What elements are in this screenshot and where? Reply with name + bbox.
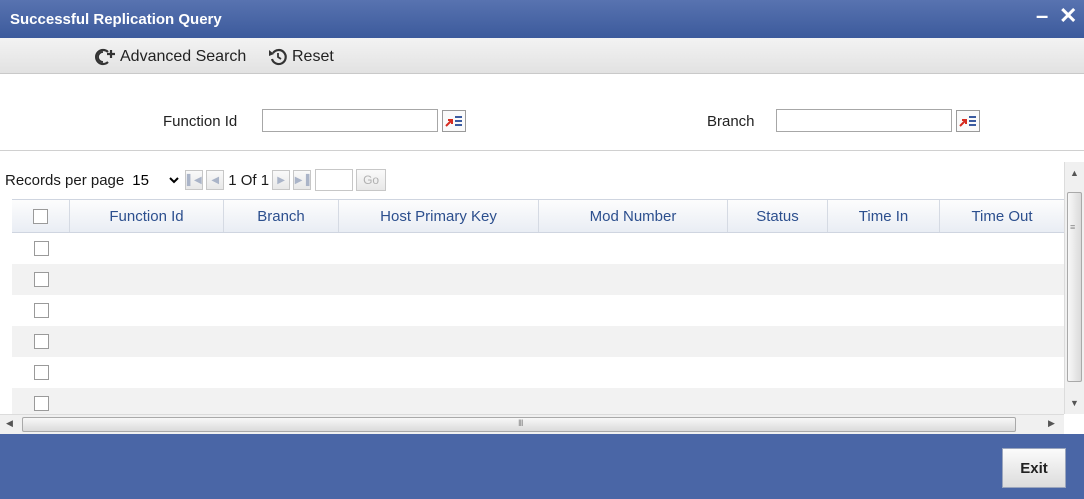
search-criteria-panel: Function Id Branch [0, 74, 1084, 160]
next-page-icon[interactable]: ▶ [272, 170, 291, 190]
function-id-label: Function Id [163, 113, 238, 130]
advanced-search-icon [94, 47, 116, 67]
function-id-input[interactable] [262, 109, 438, 132]
row-checkbox[interactable] [33, 396, 49, 411]
column-header[interactable]: Time In [828, 200, 940, 232]
go-button[interactable]: Go [356, 169, 387, 191]
reset-label: Reset [292, 48, 334, 65]
scroll-grip-icon: III [518, 418, 523, 428]
previous-page-icon[interactable]: ◀ [206, 170, 225, 190]
row-select-cell [12, 264, 70, 295]
records-per-page-select[interactable]: 15 [128, 169, 183, 191]
row-select-cell [12, 233, 70, 264]
toolbar: Advanced Search Reset [0, 38, 1084, 74]
grid-body [12, 233, 1064, 414]
column-header[interactable]: Branch [224, 200, 339, 232]
row-select-cell [12, 326, 70, 357]
row-checkbox[interactable] [33, 303, 49, 318]
grid-header: Function Id Branch Host Primary Key Mod … [12, 200, 1064, 233]
row-select-cell [12, 295, 70, 326]
advanced-search-button[interactable]: Advanced Search [94, 46, 246, 68]
branch-lov-icon[interactable] [956, 110, 980, 132]
scroll-down-icon[interactable]: ▼ [1070, 398, 1079, 408]
goto-page-input[interactable] [315, 169, 354, 191]
scroll-up-icon[interactable]: ▲ [1070, 168, 1079, 178]
page-indicator: 1 Of 1 [228, 171, 270, 189]
function-id-lov-icon[interactable] [442, 110, 466, 132]
column-header[interactable]: Function Id [70, 200, 224, 232]
table-row[interactable] [12, 388, 1064, 414]
horizontal-scrollbar[interactable]: ◀ III ▶ [0, 414, 1064, 434]
records-per-page-label: Records per page [5, 171, 125, 189]
first-page-icon[interactable]: ▌◀ [185, 170, 204, 190]
row-checkbox[interactable] [33, 272, 49, 287]
column-header[interactable]: Host Primary Key [339, 200, 539, 232]
reset-button[interactable]: Reset [268, 46, 334, 68]
select-all-cell [12, 200, 70, 232]
divider [0, 150, 1084, 151]
footer-bar: Exit [0, 434, 1084, 499]
scroll-left-icon[interactable]: ◀ [6, 418, 13, 429]
pagination-bar: Records per page 15 ▌◀ ◀ 1 Of 1 ▶ ▶▐ Go [0, 162, 1064, 198]
scroll-right-icon[interactable]: ▶ [1048, 418, 1055, 429]
column-header[interactable]: Time Out [940, 200, 1064, 232]
exit-button[interactable]: Exit [1002, 448, 1066, 488]
select-all-checkbox[interactable] [33, 208, 48, 224]
results-grid: Function Id Branch Host Primary Key Mod … [12, 199, 1064, 414]
title-bar: Successful Replication Query – ✕ [0, 0, 1084, 38]
row-checkbox[interactable] [33, 334, 49, 349]
branch-input[interactable] [776, 109, 952, 132]
reset-icon [268, 47, 288, 67]
table-row[interactable] [12, 264, 1064, 295]
vertical-scrollbar[interactable]: ▲ ≡ ▼ [1064, 162, 1084, 414]
column-header[interactable]: Status [728, 200, 828, 232]
window-title: Successful Replication Query [10, 11, 222, 28]
advanced-search-label: Advanced Search [120, 48, 247, 65]
branch-label: Branch [707, 113, 755, 130]
vertical-scroll-thumb[interactable] [1067, 192, 1082, 382]
row-checkbox[interactable] [33, 241, 49, 256]
scroll-grip-icon: ≡ [1070, 222, 1076, 232]
table-row[interactable] [12, 326, 1064, 357]
table-row[interactable] [12, 357, 1064, 388]
last-page-icon[interactable]: ▶▐ [293, 170, 312, 190]
row-select-cell [12, 357, 70, 388]
minimize-button[interactable]: – [1036, 5, 1048, 27]
table-row[interactable] [12, 233, 1064, 264]
table-row[interactable] [12, 295, 1064, 326]
column-header[interactable]: Mod Number [539, 200, 728, 232]
row-select-cell [12, 388, 70, 414]
row-checkbox[interactable] [33, 365, 49, 380]
close-button[interactable]: ✕ [1059, 5, 1077, 27]
